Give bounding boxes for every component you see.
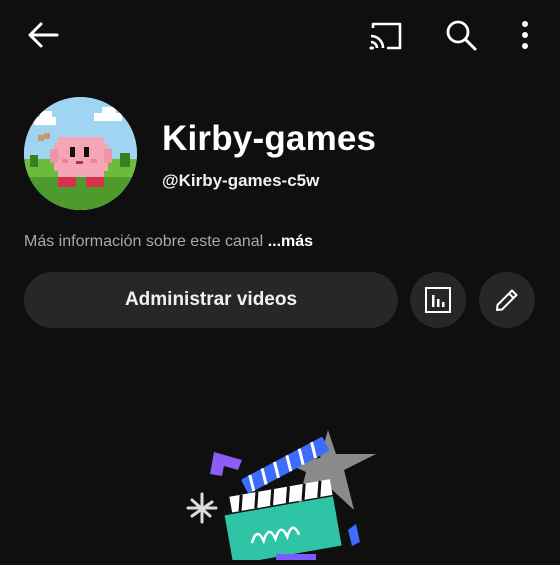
- clapperboard-illustration-icon: [186, 430, 376, 565]
- edit-channel-button[interactable]: [479, 272, 535, 328]
- channel-avatar[interactable]: [24, 97, 137, 210]
- channel-handle: @Kirby-games-c5w: [162, 171, 320, 190]
- analytics-icon: [425, 287, 451, 313]
- back-button[interactable]: [21, 13, 65, 57]
- more-vertical-icon: [522, 21, 528, 49]
- empty-state-illustration: [180, 420, 390, 565]
- about-text: Más información sobre este canal: [24, 233, 264, 250]
- about-more-link[interactable]: ...más: [268, 233, 313, 250]
- search-icon: [446, 20, 477, 51]
- manage-videos-label: Administrar videos: [124, 289, 298, 310]
- manage-videos-button[interactable]: Administrar videos: [24, 272, 398, 328]
- search-button[interactable]: [439, 13, 483, 57]
- cast-icon: [369, 22, 402, 50]
- kirby-avatar-icon: [24, 97, 137, 210]
- more-options-button[interactable]: [503, 13, 547, 57]
- channel-about[interactable]: Más información sobre este canal ...más: [24, 231, 313, 253]
- analytics-button[interactable]: [410, 272, 466, 328]
- top-app-bar: [0, 0, 560, 72]
- cast-button[interactable]: [363, 13, 407, 57]
- arrow-left-icon: [28, 22, 59, 48]
- channel-name: Kirby-games: [162, 119, 377, 158]
- pencil-icon: [496, 289, 518, 311]
